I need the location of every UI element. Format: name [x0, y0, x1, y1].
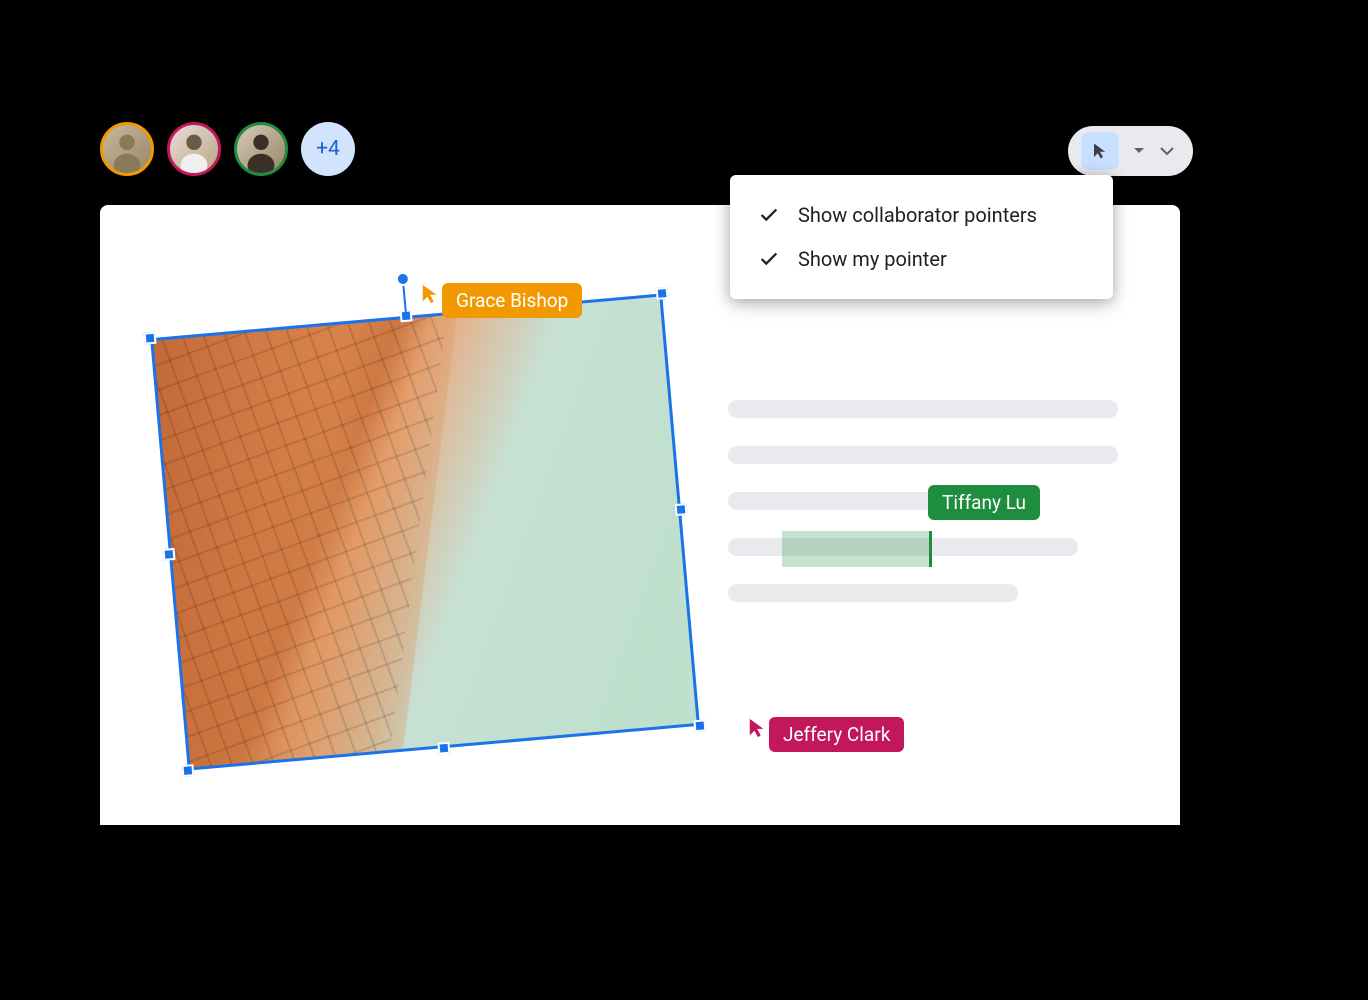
- collaborator-avatars: +4: [100, 122, 355, 176]
- selected-image[interactable]: [152, 296, 698, 769]
- pointer-tool-button[interactable]: [1081, 132, 1119, 170]
- resize-handle-bottom-left[interactable]: [181, 764, 194, 777]
- avatar-user-2[interactable]: [167, 122, 221, 176]
- menu-item-show-my-pointer[interactable]: Show my pointer: [730, 237, 1113, 281]
- text-line: [728, 446, 1118, 464]
- menu-item-show-collaborator-pointers[interactable]: Show collaborator pointers: [730, 193, 1113, 237]
- cursor-icon: [1091, 142, 1109, 160]
- avatar-user-1[interactable]: [100, 122, 154, 176]
- text-line: [728, 400, 1118, 418]
- collaborator-name-label: Jeffery Clark: [769, 717, 904, 752]
- selection-border: [150, 293, 700, 770]
- pointer-dropdown-caret[interactable]: [1129, 141, 1149, 161]
- check-icon: [758, 204, 780, 226]
- pointer-options-menu: Show collaborator pointers Show my point…: [730, 175, 1113, 299]
- menu-item-label: Show collaborator pointers: [798, 203, 1037, 227]
- collaborator-name-label: Tiffany Lu: [928, 485, 1040, 520]
- resize-handle-bottom-right[interactable]: [693, 719, 706, 732]
- collaborator-cursor-jeffery: Jeffery Clark: [747, 717, 904, 752]
- check-icon: [758, 248, 780, 270]
- collaborator-cursor-tiffany: Tiffany Lu: [928, 491, 1040, 514]
- resize-handle-middle-right[interactable]: [675, 503, 688, 516]
- resize-handle-top-left[interactable]: [144, 332, 157, 345]
- text-placeholder-block[interactable]: [728, 400, 1118, 630]
- resize-handle-top-right[interactable]: [656, 287, 669, 300]
- rotate-handle[interactable]: [395, 271, 410, 286]
- collaborator-cursor-grace: Grace Bishop: [420, 283, 582, 318]
- pointer-toolbar: [1068, 126, 1193, 176]
- pointer-options-chevron[interactable]: [1157, 141, 1177, 161]
- collaborator-selection-tiffany: [782, 531, 932, 567]
- avatar-overflow-count[interactable]: +4: [301, 122, 355, 176]
- menu-item-label: Show my pointer: [798, 247, 947, 271]
- resize-handle-middle-left[interactable]: [162, 548, 175, 561]
- resize-handle-bottom-middle[interactable]: [437, 742, 450, 755]
- cursor-arrow-icon: [420, 283, 442, 305]
- avatar-user-3[interactable]: [234, 122, 288, 176]
- text-line: [728, 584, 1018, 602]
- cursor-arrow-icon: [747, 717, 769, 739]
- collaborator-name-label: Grace Bishop: [442, 283, 582, 318]
